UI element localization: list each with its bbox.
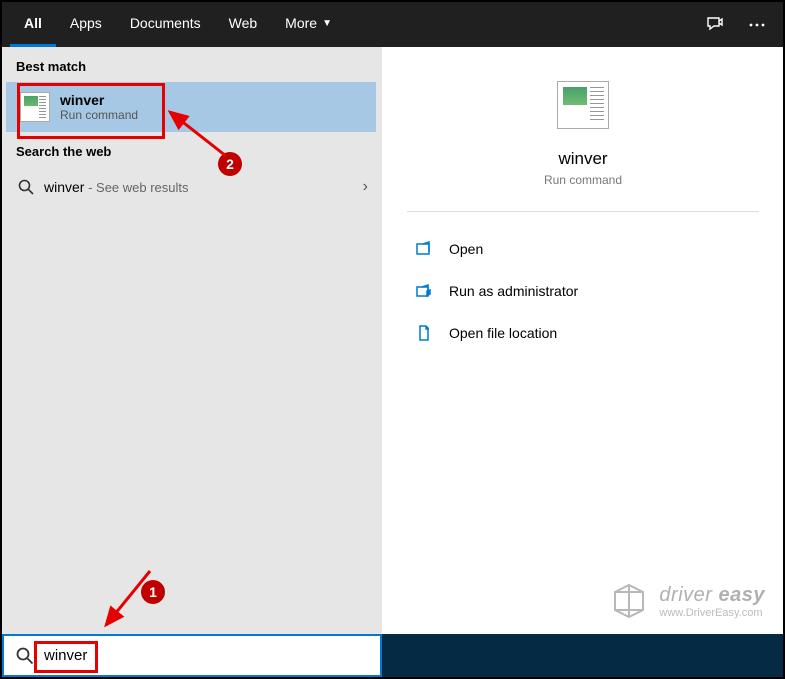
results-pane: Best match winver Run command Search the… — [2, 47, 382, 636]
tab-apps[interactable]: Apps — [56, 2, 116, 47]
chevron-right-icon: › — [363, 178, 368, 196]
search-input-wrap[interactable] — [2, 634, 382, 677]
preview-subtitle: Run command — [544, 173, 622, 187]
action-run-admin-label: Run as administrator — [449, 283, 578, 299]
best-match-result[interactable]: winver Run command — [6, 82, 376, 132]
web-search-result[interactable]: winver - See web results › — [2, 167, 382, 207]
tab-documents[interactable]: Documents — [116, 2, 215, 47]
app-window-icon — [555, 77, 611, 133]
action-open[interactable]: Open — [407, 228, 759, 270]
file-location-icon — [413, 322, 435, 344]
web-result-query: winver — [44, 179, 84, 195]
header-actions — [697, 7, 775, 43]
best-match-subtitle: Run command — [60, 108, 138, 122]
preview-title: winver — [558, 149, 607, 169]
preview-card: winver Run command — [407, 67, 759, 212]
search-bar — [2, 634, 783, 677]
search-icon — [16, 647, 34, 665]
header-tabs: All Apps Documents Web More ▼ — [10, 2, 346, 47]
search-header: All Apps Documents Web More ▼ — [2, 2, 783, 47]
app-window-icon — [20, 92, 50, 122]
chevron-down-icon: ▼ — [322, 18, 332, 29]
tab-all[interactable]: All — [10, 2, 56, 47]
action-open-location[interactable]: Open file location — [407, 312, 759, 354]
taskbar-remainder — [382, 634, 783, 677]
best-match-header: Best match — [2, 47, 382, 82]
best-match-title: winver — [60, 92, 138, 108]
web-result-text: winver - See web results — [44, 179, 189, 195]
action-run-admin[interactable]: Run as administrator — [407, 270, 759, 312]
tab-more[interactable]: More ▼ — [271, 2, 346, 47]
preview-pane: winver Run command Open Run as administr… — [382, 47, 783, 636]
search-web-header: Search the web — [2, 132, 382, 167]
tab-more-label: More — [285, 15, 317, 31]
search-input[interactable] — [44, 647, 368, 664]
search-icon — [16, 177, 36, 197]
best-match-text: winver Run command — [60, 92, 138, 122]
web-result-suffix: - See web results — [84, 180, 188, 195]
feedback-icon[interactable] — [697, 7, 733, 43]
action-list: Open Run as administrator Open file loca… — [383, 228, 783, 354]
tab-web[interactable]: Web — [215, 2, 272, 47]
action-open-label: Open — [449, 241, 483, 257]
main-area: Best match winver Run command Search the… — [2, 47, 783, 636]
more-options-icon[interactable] — [739, 7, 775, 43]
action-open-location-label: Open file location — [449, 325, 557, 341]
admin-shield-icon — [413, 280, 435, 302]
open-icon — [413, 238, 435, 260]
